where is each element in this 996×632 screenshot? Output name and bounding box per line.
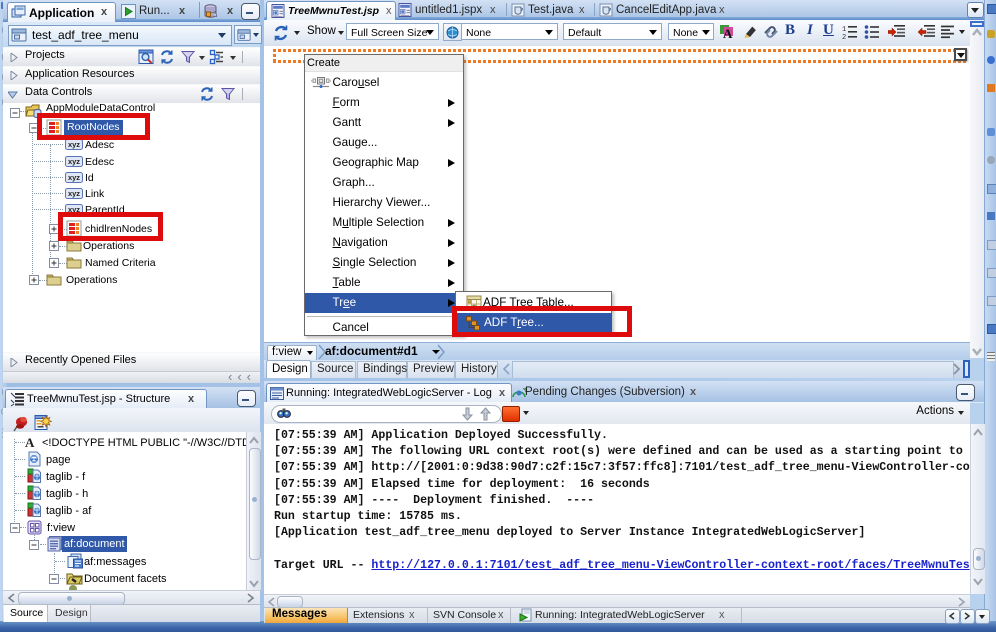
svg-text:2: 2	[842, 34, 846, 40]
svg-text:A: A	[723, 26, 733, 40]
svg-text:A: A	[25, 435, 35, 449]
svg-text:xyz: xyz	[68, 189, 80, 198]
svg-text:xyz: xyz	[68, 173, 80, 182]
svg-text:1: 1	[842, 26, 846, 34]
svg-text:xyz: xyz	[68, 157, 80, 166]
svg-text:xyz: xyz	[68, 140, 80, 149]
